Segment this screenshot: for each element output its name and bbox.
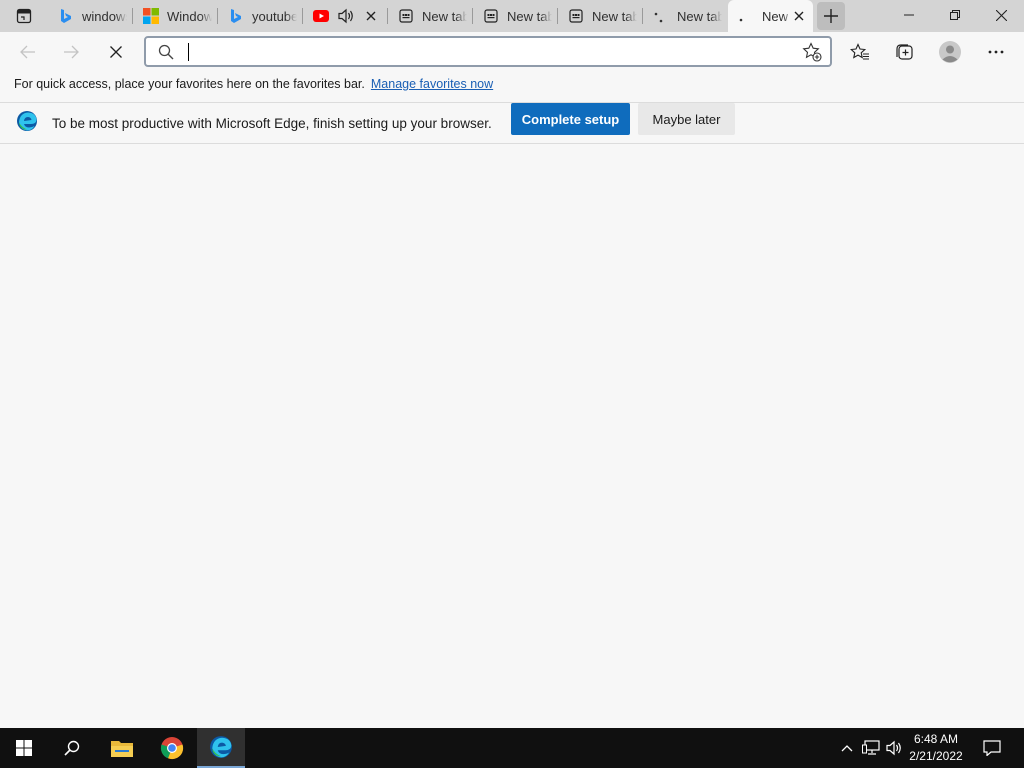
settings-more-button[interactable] [980,36,1012,68]
tab-strip: windows Windows youtube N [0,0,1024,32]
tab-new-active[interactable]: New [728,0,813,32]
tab-new-tab[interactable]: New tab [473,0,558,32]
taskbar-search-button[interactable] [48,728,96,768]
search-icon [158,44,174,60]
new-tab-button[interactable] [817,2,845,30]
tab-title: New tab [677,8,722,24]
tab-new-tab-loading[interactable]: New tab [643,0,728,32]
back-button[interactable] [12,36,44,68]
volume-button[interactable] [884,728,906,768]
taskbar: 6:48 AM 2/21/2022 [0,728,1024,768]
tab-actions-icon [16,8,32,24]
favorites-bar: For quick access, place your favorites h… [0,70,1024,98]
close-window-button[interactable] [978,0,1024,30]
volume-icon [886,740,901,756]
tab-title: windows [82,8,127,24]
back-arrow-icon [20,45,35,59]
show-hidden-icons-button[interactable] [838,728,856,768]
newtab-icon [398,8,414,24]
tab-title: Windows [167,8,212,24]
close-tab-icon[interactable] [791,8,807,24]
text-cursor [188,43,189,61]
collections-icon [896,44,913,60]
more-icon [988,50,1004,54]
microsoft-logo-icon [143,8,159,24]
bing-icon [228,8,244,24]
close-tab-icon[interactable] [363,8,379,24]
minimize-button[interactable] [886,0,932,30]
close-icon [995,9,1007,21]
favorites-bar-message: For quick access, place your favorites h… [14,77,365,91]
clock-time: 6:48 AM [913,732,959,746]
add-favorite-icon[interactable] [802,42,822,62]
taskbar-clock[interactable]: 6:48 AM 2/21/2022 [906,731,966,765]
plus-icon [824,9,838,23]
bing-icon [58,8,74,24]
avatar-icon [939,41,961,63]
complete-setup-button[interactable]: Complete setup [511,103,630,135]
tab-windows-microsoft[interactable]: Windows [133,0,218,32]
setup-infobar: To be most productive with Microsoft Edg… [0,102,1024,144]
tab-title: New tab [592,8,637,24]
chrome-button[interactable] [148,728,196,768]
forward-arrow-icon [64,45,79,59]
manage-favorites-link[interactable]: Manage favorites now [371,77,493,91]
forward-button[interactable] [55,36,87,68]
search-icon [64,740,80,756]
restore-button[interactable] [932,0,978,30]
action-center-button[interactable] [976,728,1008,768]
tab-youtube-search[interactable]: youtube [218,0,303,32]
address-input[interactable] [186,42,776,62]
close-icon [110,46,122,58]
file-explorer-button[interactable] [98,728,146,768]
minimize-icon [904,14,914,16]
chrome-icon [160,737,184,760]
window-controls [886,0,1024,30]
tab-new-tab[interactable]: New tab [388,0,473,32]
start-button[interactable] [0,728,48,768]
tab-title: New [762,8,789,24]
tab-title: youtube [252,8,297,24]
maybe-later-button[interactable]: Maybe later [638,103,735,135]
edge-icon [210,736,232,758]
favorites-icon [850,43,869,60]
speaker-icon[interactable] [337,8,355,24]
tab-windows[interactable]: windows [48,0,133,32]
tab-title: New tab [507,8,552,24]
loading-icon [738,8,754,24]
tab-youtube-playing[interactable] [303,0,388,32]
tab-actions-button[interactable] [0,0,48,32]
newtab-icon [483,8,499,24]
restore-icon [950,10,960,20]
file-explorer-icon [111,741,133,757]
favorites-button[interactable] [844,36,876,68]
newtab-icon [568,8,584,24]
stop-loading-button[interactable] [100,36,132,68]
navigation-toolbar [0,32,1024,70]
edge-taskbar-button[interactable] [197,728,245,768]
network-icon [862,740,880,755]
tab-new-tab[interactable]: New tab [558,0,643,32]
chevron-up-icon [841,745,853,752]
address-bar[interactable] [144,36,832,67]
loading-icon [653,8,669,24]
edge-logo-icon [17,111,37,131]
profile-button[interactable] [934,36,966,68]
infobar-message: To be most productive with Microsoft Edg… [52,116,492,131]
network-button[interactable] [860,728,882,768]
notification-icon [983,740,1001,756]
start-icon [16,740,32,756]
collections-button[interactable] [888,36,920,68]
clock-date: 2/21/2022 [909,749,963,763]
page-content [0,144,1024,728]
tab-title: New tab [422,8,467,24]
youtube-icon [313,8,329,24]
